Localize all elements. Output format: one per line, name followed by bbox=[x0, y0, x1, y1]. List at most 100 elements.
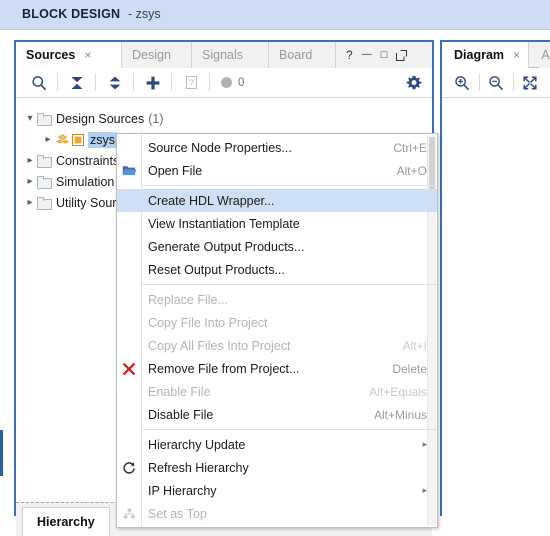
open-folder-icon bbox=[117, 159, 141, 182]
toolbar-separator-2 bbox=[95, 74, 96, 91]
diagram-canvas[interactable] bbox=[442, 98, 550, 516]
menu-item-copy-all-files-into-project-label: Copy All Files Into Project bbox=[148, 338, 291, 353]
menu-item-hierarchy-update[interactable]: Hierarchy Update ▸ bbox=[117, 433, 437, 456]
diagram-toolbar-separator-1 bbox=[479, 74, 480, 91]
add-sources-icon[interactable] bbox=[140, 68, 166, 97]
menu-item-open-file-accel: Alt+O bbox=[396, 163, 427, 178]
tree-item-design-sources[interactable]: ▾ Design Sources (1) bbox=[16, 108, 432, 129]
menu-separator-3 bbox=[142, 429, 437, 430]
menu-item-view-instantiation-template-label: View Instantiation Template bbox=[148, 216, 300, 231]
tab-next-partial[interactable]: A bbox=[539, 42, 550, 68]
collapse-all-icon[interactable] bbox=[64, 68, 90, 97]
chevron-down-icon[interactable]: ▾ bbox=[24, 113, 36, 124]
tab-sources-close-icon[interactable]: × bbox=[84, 48, 91, 62]
tree-item-design-sources-count: (1) bbox=[148, 111, 164, 126]
gear-icon[interactable] bbox=[401, 68, 427, 97]
menu-item-replace-file: Replace File... bbox=[117, 288, 437, 311]
panel-window-controls: ? — □ bbox=[346, 42, 408, 68]
menu-item-view-instantiation-template[interactable]: View Instantiation Template bbox=[117, 212, 437, 235]
fit-to-screen-icon[interactable] bbox=[518, 68, 542, 97]
menu-item-enable-file: Enable File Alt+Equals bbox=[117, 380, 437, 403]
zoom-in-icon[interactable] bbox=[450, 68, 474, 97]
help-box-icon[interactable]: ? bbox=[178, 68, 204, 97]
tab-signals[interactable]: Signals bbox=[192, 42, 269, 68]
menu-item-copy-file-into-project: Copy File Into Project bbox=[117, 311, 437, 334]
tab-design[interactable]: Design bbox=[122, 42, 192, 68]
menu-item-generate-output-products-label: Generate Output Products... bbox=[148, 239, 305, 254]
tree-item-constraints-label: Constraints bbox=[56, 153, 120, 168]
tab-hierarchy[interactable]: Hierarchy bbox=[22, 507, 110, 536]
source-context-menu: Source Node Properties... Ctrl+E Open Fi… bbox=[116, 133, 438, 528]
dock-splitter-grip[interactable] bbox=[0, 430, 3, 476]
diagram-toolbar-separator-2 bbox=[513, 74, 514, 91]
block-design-banner: BLOCK DESIGN - zsys bbox=[0, 0, 550, 30]
folder-icon bbox=[37, 113, 52, 126]
menu-item-copy-all-files-into-project-accel: Alt+I bbox=[402, 338, 427, 353]
expand-all-icon[interactable] bbox=[102, 68, 128, 97]
toolbar-separator-5 bbox=[209, 74, 210, 91]
menu-item-copy-file-into-project-label: Copy File Into Project bbox=[148, 315, 268, 330]
tree-item-zsys-label: zsys bbox=[88, 131, 117, 148]
zoom-out-icon[interactable] bbox=[484, 68, 508, 97]
diagram-toolbar bbox=[442, 68, 550, 98]
folder-icon bbox=[37, 197, 52, 210]
menu-item-source-node-properties-label: Source Node Properties... bbox=[148, 140, 292, 155]
tab-board[interactable]: Board bbox=[269, 42, 336, 68]
chevron-right-icon[interactable]: ▸ bbox=[24, 155, 36, 166]
menu-item-remove-file-from-project-label: Remove File from Project... bbox=[148, 361, 300, 376]
chevron-right-icon[interactable]: ▸ bbox=[42, 134, 54, 145]
menu-item-generate-output-products[interactable]: Generate Output Products... bbox=[117, 235, 437, 258]
menu-item-ip-hierarchy-label: IP Hierarchy bbox=[148, 483, 217, 498]
block-design-icon bbox=[72, 133, 84, 146]
status-dot-icon bbox=[216, 68, 236, 97]
tab-design-label: Design bbox=[132, 48, 171, 62]
float-icon[interactable] bbox=[396, 49, 408, 61]
tab-diagram-close-icon[interactable]: × bbox=[513, 48, 520, 62]
submenu-arrow-icon: ▸ bbox=[422, 485, 427, 495]
tree-item-design-sources-label: Design Sources bbox=[56, 111, 145, 126]
folder-icon bbox=[37, 155, 52, 168]
tab-diagram[interactable]: Diagram × bbox=[442, 42, 530, 68]
menu-item-replace-file-label: Replace File... bbox=[148, 292, 228, 307]
help-icon[interactable]: ? bbox=[346, 49, 353, 61]
folder-icon bbox=[37, 176, 52, 189]
tab-diagram-label: Diagram bbox=[454, 48, 505, 62]
minimize-icon[interactable]: — bbox=[362, 50, 372, 60]
tab-board-label: Board bbox=[279, 48, 313, 62]
sources-tab-strip: Sources × Design Signals Board ? — □ bbox=[16, 42, 432, 68]
maximize-icon[interactable]: □ bbox=[381, 49, 388, 61]
remove-x-icon bbox=[117, 357, 141, 380]
menu-item-reset-output-products-label: Reset Output Products... bbox=[148, 262, 285, 277]
menu-item-disable-file-label: Disable File bbox=[148, 407, 214, 422]
menu-item-copy-all-files-into-project: Copy All Files Into Project Alt+I bbox=[117, 334, 437, 357]
search-icon[interactable] bbox=[26, 68, 52, 97]
chevron-right-icon[interactable]: ▸ bbox=[24, 197, 36, 208]
tab-sources[interactable]: Sources × bbox=[16, 42, 122, 68]
menu-item-remove-file-from-project[interactable]: Remove File from Project... Delete bbox=[117, 357, 437, 380]
chevron-right-icon[interactable]: ▸ bbox=[24, 176, 36, 187]
sources-toolbar: ? 0 bbox=[16, 68, 432, 98]
toolbar-separator-1 bbox=[57, 74, 58, 91]
menu-item-disable-file[interactable]: Disable File Alt+Minus bbox=[117, 403, 437, 426]
menu-item-open-file[interactable]: Open File Alt+O bbox=[117, 159, 437, 182]
menu-item-source-node-properties[interactable]: Source Node Properties... Ctrl+E bbox=[117, 136, 437, 159]
menu-item-refresh-hierarchy[interactable]: Refresh Hierarchy bbox=[117, 456, 437, 479]
tab-hierarchy-label: Hierarchy bbox=[37, 515, 95, 529]
svg-text:?: ? bbox=[189, 77, 194, 87]
menu-item-ip-hierarchy[interactable]: IP Hierarchy ▸ bbox=[117, 479, 437, 502]
menu-item-disable-file-accel: Alt+Minus bbox=[373, 407, 427, 422]
tab-signals-label: Signals bbox=[202, 48, 243, 62]
diagram-panel: Diagram × A bbox=[440, 40, 550, 516]
set-as-top-icon bbox=[117, 502, 141, 525]
tab-sources-label: Sources bbox=[26, 48, 76, 62]
toolbar-separator-4 bbox=[171, 74, 172, 91]
menu-item-hierarchy-update-label: Hierarchy Update bbox=[148, 437, 246, 452]
refresh-icon bbox=[117, 456, 141, 479]
menu-item-create-hdl-wrapper[interactable]: Create HDL Wrapper... bbox=[117, 189, 437, 212]
block-design-hierarchy-icon bbox=[56, 133, 69, 146]
menu-item-source-node-properties-accel: Ctrl+E bbox=[393, 140, 427, 155]
menu-item-reset-output-products[interactable]: Reset Output Products... bbox=[117, 258, 437, 281]
banner-title: BLOCK DESIGN bbox=[22, 7, 121, 21]
status-count: 0 bbox=[238, 76, 245, 89]
submenu-arrow-icon: ▸ bbox=[422, 439, 427, 449]
